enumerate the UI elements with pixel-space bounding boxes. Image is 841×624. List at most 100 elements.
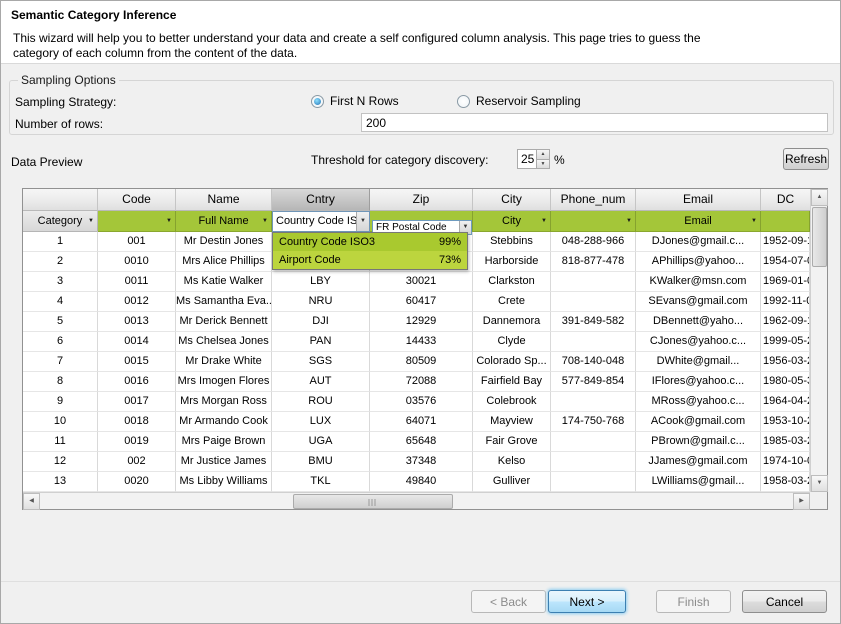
chevron-down-icon[interactable]: ▼ <box>356 212 369 231</box>
cell-name: Mrs Imogen Flores <box>176 372 272 392</box>
scroll-up-icon[interactable]: ▲ <box>811 189 828 206</box>
cell-email: DJones@gmail.c... <box>636 232 761 252</box>
table-row: 6 0014 Ms Chelsea Jones PAN 14433 Clyde … <box>23 332 827 352</box>
cell-city: Mayview <box>473 412 551 432</box>
dropdown-item[interactable]: Airport Code 73% <box>273 251 467 269</box>
spinner-up-icon[interactable]: ▲ <box>537 150 549 160</box>
column-header-name[interactable]: Name <box>176 189 272 211</box>
cell-phone <box>551 392 636 412</box>
cell-rownum: 10 <box>23 412 98 432</box>
radio-first-n-rows-label: First N Rows <box>330 94 399 108</box>
cell-phone: 048-288-966 <box>551 232 636 252</box>
cell-email: CJones@yahoo.c... <box>636 332 761 352</box>
vertical-scrollbar-thumb[interactable] <box>812 207 827 267</box>
column-header-phone[interactable]: Phone_num <box>551 189 636 211</box>
chevron-down-icon[interactable]: ▼ <box>541 211 547 232</box>
scrollbar-grip-icon <box>369 499 378 506</box>
category-row-header[interactable]: Category ▼ <box>23 211 98 232</box>
category-combo-dob[interactable] <box>761 211 810 232</box>
cell-name: Ms Katie Walker <box>176 272 272 292</box>
category-combo-code[interactable]: ▼ <box>98 211 176 232</box>
category-combo-cntry[interactable]: Country Code ISO ▼ <box>272 211 370 232</box>
table-row: 12 002 Mr Justice James BMU 37348 Kelso … <box>23 452 827 472</box>
cell-name: Mrs Paige Brown <box>176 432 272 452</box>
cell-rownum: 4 <box>23 292 98 312</box>
cell-cntry: DJI <box>272 312 370 332</box>
category-combo-city-label: City <box>502 215 521 227</box>
table-row: 11 0019 Mrs Paige Brown UGA 65648 Fair G… <box>23 432 827 452</box>
chevron-down-icon[interactable]: ▼ <box>262 211 268 232</box>
scroll-right-icon[interactable]: ▶ <box>793 493 810 510</box>
cell-email: DBennett@yaho... <box>636 312 761 332</box>
column-header-code[interactable]: Code <box>98 189 176 211</box>
cell-dob: 1985-03-25 <box>761 432 810 452</box>
scroll-left-icon[interactable]: ◀ <box>23 493 40 510</box>
cell-name: Mr Derick Bennett <box>176 312 272 332</box>
back-button[interactable]: < Back <box>471 590 546 613</box>
radio-unselected-icon <box>457 95 470 108</box>
category-combo-phone[interactable]: ▼ <box>551 211 636 232</box>
cell-city: Gulliver <box>473 472 551 492</box>
table-row: 3 0011 Ms Katie Walker LBY 30021 Clarkst… <box>23 272 827 292</box>
category-row-header-label: Category <box>38 215 83 227</box>
cell-dob: 1980-05-31 <box>761 372 810 392</box>
cell-city: Fairfield Bay <box>473 372 551 392</box>
column-header-dob[interactable]: DC <box>761 189 810 211</box>
category-combo-name[interactable]: Full Name ▼ <box>176 211 272 232</box>
column-header-email[interactable]: Email <box>636 189 761 211</box>
cell-phone <box>551 472 636 492</box>
cell-dob: 1992-11-05 <box>761 292 810 312</box>
cell-dob: 1964-04-25 <box>761 392 810 412</box>
number-of-rows-input[interactable] <box>361 113 828 132</box>
spinner-down-icon[interactable]: ▼ <box>537 160 549 169</box>
horizontal-scrollbar-thumb[interactable] <box>293 494 453 509</box>
next-button[interactable]: Next > <box>548 590 626 613</box>
column-header-city[interactable]: City <box>473 189 551 211</box>
cell-rownum: 2 <box>23 252 98 272</box>
horizontal-scrollbar[interactable]: ◀ ▶ <box>23 492 810 509</box>
cell-phone: 708-140-048 <box>551 352 636 372</box>
cell-phone: 391-849-582 <box>551 312 636 332</box>
cell-dob: 1956-03-25 <box>761 352 810 372</box>
table-row: 7 0015 Mr Drake White SGS 80509 Colorado… <box>23 352 827 372</box>
refresh-button[interactable]: Refresh <box>783 148 829 170</box>
scroll-down-icon[interactable]: ▼ <box>811 475 828 492</box>
cell-cntry: ROU <box>272 392 370 412</box>
cell-code: 0019 <box>98 432 176 452</box>
radio-reservoir-sampling[interactable]: Reservoir Sampling <box>457 94 581 108</box>
cell-phone <box>551 272 636 292</box>
dropdown-item[interactable]: Country Code ISO3 99% <box>273 233 467 251</box>
chevron-down-icon[interactable]: ▼ <box>626 211 632 232</box>
category-combo-email[interactable]: Email ▼ <box>636 211 761 232</box>
cell-city: Colebrook <box>473 392 551 412</box>
column-header-zip[interactable]: Zip <box>370 189 473 211</box>
dropdown-item-confidence: 99% <box>439 233 461 251</box>
threshold-spinner[interactable]: 25 ▲ ▼ <box>517 149 550 169</box>
column-header-rownum[interactable] <box>23 189 98 211</box>
data-preview-label: Data Preview <box>11 155 82 169</box>
spinner-buttons: ▲ ▼ <box>536 150 549 168</box>
description-line-1: This wizard will help you to better unde… <box>13 31 701 46</box>
radio-first-n-rows[interactable]: First N Rows <box>311 94 399 108</box>
cell-zip: 72088 <box>370 372 473 392</box>
finish-button[interactable]: Finish <box>656 590 731 613</box>
cell-phone: 577-849-854 <box>551 372 636 392</box>
cell-rownum: 7 <box>23 352 98 372</box>
column-header-cntry[interactable]: Cntry <box>272 189 370 211</box>
cell-email: MRoss@yahoo.c... <box>636 392 761 412</box>
category-combo-city[interactable]: City ▼ <box>473 211 551 232</box>
threshold-value[interactable]: 25 <box>518 150 536 168</box>
cell-code: 0010 <box>98 252 176 272</box>
chevron-down-icon[interactable]: ▼ <box>751 211 757 232</box>
vertical-scrollbar[interactable]: ▲ ▼ <box>810 189 827 492</box>
cell-phone <box>551 452 636 472</box>
chevron-down-icon[interactable]: ▼ <box>166 211 172 232</box>
cell-phone <box>551 332 636 352</box>
cell-rownum: 12 <box>23 452 98 472</box>
chevron-down-icon[interactable]: ▼ <box>88 211 94 232</box>
cell-zip: 03576 <box>370 392 473 412</box>
semantic-category-inference-wizard: Semantic Category Inference This wizard … <box>0 0 841 624</box>
cancel-button[interactable]: Cancel <box>742 590 827 613</box>
table-body: 1 001 Mr Destin Jones Stebbins 048-288-9… <box>23 232 827 492</box>
cell-code: 0012 <box>98 292 176 312</box>
